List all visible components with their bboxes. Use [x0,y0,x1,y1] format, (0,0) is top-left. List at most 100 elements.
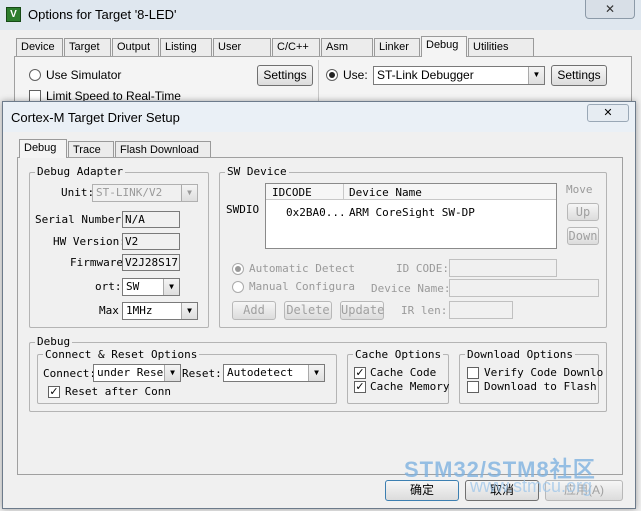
check-icon: ✓ [49,386,59,398]
download-options-title: Download Options [465,348,575,361]
header-divider [343,184,344,200]
auto-detect-radio[interactable] [232,263,244,275]
debugger-settings-button[interactable]: Settings [551,65,607,86]
use-simulator-label: Use Simulator [46,68,122,82]
hw-version-field: V2 [122,233,180,250]
tab-c-cpp[interactable]: C/C++ [272,38,320,56]
tab-listing[interactable]: Listing [160,38,212,56]
tab-target[interactable]: Target [64,38,111,56]
hw-version-label: HW Version: [53,235,126,248]
reset-after-conn-label: Reset after Conn [65,385,171,398]
close-dialog-button[interactable]: ✕ [587,104,629,122]
delete-button[interactable]: Delete [284,301,332,320]
chevron-down-icon: ▼ [181,185,197,201]
chevron-down-icon: ▼ [528,67,544,84]
col-idcode: IDCODE [272,186,312,199]
move-label: Move [566,183,593,196]
tab-user[interactable]: User [213,38,271,56]
max-clock-select[interactable]: 1MHz ▼ [122,302,198,320]
tab-linker[interactable]: Linker [374,38,420,56]
unit-select[interactable]: ST-LINK/V2 ▼ [92,184,198,202]
debugger-select[interactable]: ST-Link Debugger ▼ [373,66,545,85]
download-flash-checkbox[interactable] [467,381,479,393]
verify-code-label: Verify Code Downlo [484,366,604,379]
row-device-name: ARM CoreSight SW-DP [349,206,475,219]
options-titlebar: V Options for Target '8-LED' ✕ [0,0,641,30]
port-select[interactable]: SW ▼ [122,278,180,296]
download-flash-label: Download to Flash [484,380,597,393]
tab-device[interactable]: Device [16,38,63,56]
manual-config-radio[interactable] [232,281,244,293]
reset-select[interactable]: Autodetect ▼ [223,364,325,382]
cache-options-title: Cache Options [353,348,444,361]
connect-reset-title: Connect & Reset Options [43,348,200,361]
add-button[interactable]: Add [232,301,276,320]
tab-asm[interactable]: Asm [321,38,373,56]
ir-len-field[interactable] [449,301,513,319]
ir-len-label: IR len: [401,304,448,317]
firmware-field: V2J28S17 [122,254,180,271]
check-icon: ✓ [355,381,365,393]
use-debugger-radio[interactable] [326,69,338,81]
verify-code-checkbox[interactable] [467,367,479,379]
device-name-field[interactable] [449,279,599,297]
max-clock-label: Max [99,304,119,317]
dialog-tab-debug[interactable]: Debug [19,139,67,158]
firmware-label: Firmware [70,256,123,269]
move-up-button[interactable]: Up [567,203,599,221]
reset-after-conn-checkbox[interactable]: ✓ [48,386,60,398]
serial-number-label: Serial Number: [35,213,128,226]
connect-select[interactable]: under Reset ▼ [93,364,181,382]
sw-device-title: SW Device [225,165,289,178]
swdio-label: SWDIO [226,203,260,216]
update-button[interactable]: Update [340,301,384,320]
tab-debug[interactable]: Debug [421,36,467,57]
reset-select-value: Autodetect [227,366,294,379]
debug-group-title: Debug [35,335,73,348]
manual-config-label: Manual Configurati [249,280,355,293]
dialog-tab-flash-download[interactable]: Flash Download [115,141,211,158]
auto-detect-label: Automatic Detectio [249,262,355,275]
options-window-title: Options for Target '8-LED' [28,7,177,22]
dialog-titlebar: Cortex-M Target Driver Setup ✕ [3,102,635,132]
watermark-url: www.stmcu.org [470,476,593,496]
debug-adapter-title: Debug Adapter [35,165,126,178]
use-simulator-radio[interactable] [29,69,41,81]
close-icon: ✕ [604,2,616,16]
move-down-button[interactable]: Down [567,227,599,245]
id-code-field[interactable] [449,259,557,277]
close-options-button[interactable]: ✕ [585,0,635,19]
close-icon: ✕ [603,107,613,119]
port-label: ort: [95,280,122,293]
uvision-app-icon: V [6,7,21,22]
cortex-m-dialog: Cortex-M Target Driver Setup ✕ Debug Tra… [2,101,636,509]
chevron-down-icon: ▼ [181,303,197,319]
chevron-down-icon: ▼ [163,279,179,295]
tab-utilities[interactable]: Utilities [468,38,534,56]
use-label: Use: [343,68,368,82]
tab-output[interactable]: Output [112,38,159,56]
cache-memory-checkbox[interactable]: ✓ [354,381,366,393]
table-header: IDCODE Device Name [266,184,556,200]
cache-options-group [347,354,449,404]
panel-divider [318,60,319,104]
cache-code-checkbox[interactable]: ✓ [354,367,366,379]
serial-number-field: N/A [122,211,180,228]
dialog-tab-trace[interactable]: Trace [68,141,114,158]
table-row[interactable]: 0x2BA0... ARM CoreSight SW-DP [266,204,556,220]
dialog-title: Cortex-M Target Driver Setup [11,110,180,125]
port-select-value: SW [126,280,140,293]
download-options-group [459,354,599,404]
unit-select-value: ST-LINK/V2 [96,186,163,199]
connect-label: Connect: [43,367,96,380]
col-device-name: Device Name [349,186,422,199]
device-name-label: Device Name: [371,282,451,295]
simulator-settings-button[interactable]: Settings [257,65,313,86]
options-tabbar: Device Target Output Listing User C/C++ … [16,36,626,57]
reset-label: Reset: [182,367,222,380]
check-icon: ✓ [355,367,365,379]
connect-select-value: under Reset [97,366,170,379]
cache-code-label: Cache Code [370,366,437,379]
row-idcode: 0x2BA0... [286,206,346,219]
sw-device-table[interactable]: IDCODE Device Name 0x2BA0... ARM CoreSig… [265,183,557,249]
